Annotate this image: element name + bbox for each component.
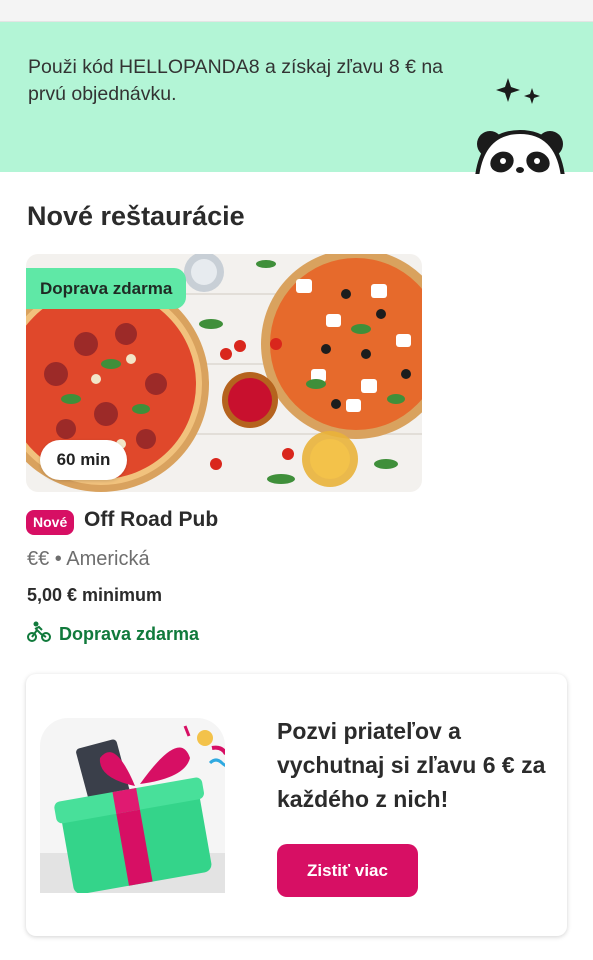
free-delivery-badge: Doprava zdarma [26,268,187,309]
restaurant-price-cuisine: €€ • Americká [27,548,150,570]
bike-icon [27,621,51,648]
free-delivery-text: Doprava zdarma [59,623,200,644]
invite-text: Pozvi priateľov a vychutnaj si zľavu 6 €… [277,718,546,812]
restaurant-minimum-order: 5,00 € minimum [27,585,163,605]
status-bar-area [0,0,593,22]
invite-friends-card: Pozvi priateľov a vychutnaj si zľavu 6 €… [26,674,567,936]
promo-banner[interactable]: Použi kód HELLOPANDA8 a získaj zľavu 8 €… [0,22,593,196]
restaurant-name[interactable]: Off Road Pub [84,508,218,532]
new-tag: Nové [26,510,75,535]
delivery-time-pill: 60 min [40,440,127,480]
free-delivery-row: Doprava zdarma [27,621,200,648]
panda-icon [470,74,570,196]
section-title: Nové reštaurácie [27,201,245,231]
gift-icon [40,718,236,894]
learn-more-button[interactable]: Zistiť viac [277,844,418,897]
promo-text: Použi kód HELLOPANDA8 a získaj zľavu 8 €… [28,56,444,105]
